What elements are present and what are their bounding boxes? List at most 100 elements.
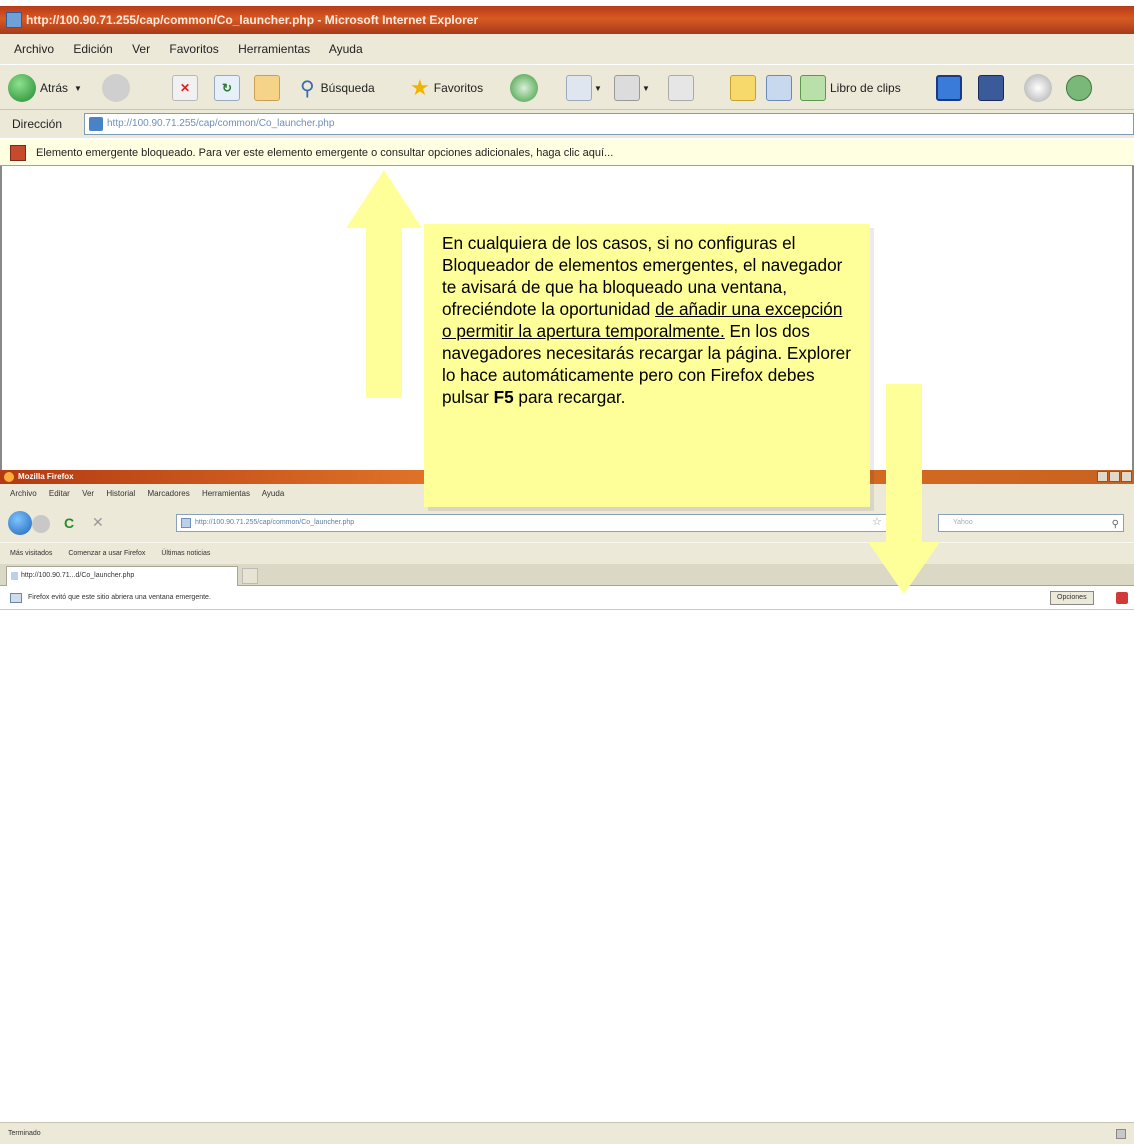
ff-options-button[interactable]: Opciones [1050, 591, 1094, 605]
ie-toolbar: Atrás ▼ ✕ ↻ ⚲ Búsqueda ★ Favoritos ▼ ▼ L… [0, 64, 1134, 110]
ie-menu-edicion[interactable]: Edición [73, 42, 112, 56]
history-icon [510, 74, 538, 102]
ff-tab-current[interactable]: http://100.90.71...d/Co_launcher.php [6, 566, 238, 586]
ff-new-tab-button[interactable] [242, 568, 258, 584]
clipbook-label: Libro de clips [830, 81, 901, 95]
bookmark-mas-visitados[interactable]: Más visitados [10, 550, 52, 557]
tools-icon [978, 75, 1004, 101]
ie-address-value: http://100.90.71.255/cap/common/Co_launc… [107, 118, 335, 129]
ie-title-bar: http://100.90.71.255/cap/common/Co_launc… [0, 6, 1134, 34]
users-button[interactable] [1066, 73, 1092, 103]
research-button[interactable] [936, 73, 962, 103]
bookmark-comenzar[interactable]: Comenzar a usar Firefox [68, 550, 145, 557]
folder-button[interactable] [730, 73, 756, 103]
home-icon [254, 75, 280, 101]
popup-blocked-icon [10, 145, 26, 161]
ff-popup-notification: Firefox evitó que este sitio abriera una… [0, 586, 1134, 610]
print-icon [614, 75, 640, 101]
annotation-note: En cualquiera de los casos, si no config… [424, 224, 870, 507]
arrow-down-icon [868, 384, 940, 594]
ff-url-input[interactable]: http://100.90.71.255/cap/common/Co_launc… [176, 514, 888, 532]
users-icon [1066, 75, 1092, 101]
close-button[interactable] [1121, 471, 1132, 482]
disc-button[interactable] [1024, 73, 1052, 103]
ff-stop-icon[interactable]: ✕ [92, 514, 104, 531]
edit-icon [668, 75, 694, 101]
messenger-button[interactable] [766, 73, 792, 103]
ff-status-text: Terminado [8, 1130, 41, 1137]
ff-page-content [0, 610, 1134, 1122]
ff-reload-icon[interactable]: C [64, 515, 74, 531]
ie-popup-infobar[interactable]: Elemento emergente bloqueado. Para ver e… [0, 140, 1134, 166]
favorites-button[interactable]: ★ Favoritos [410, 73, 483, 103]
ie-infobar-text: Elemento emergente bloqueado. Para ver e… [36, 147, 614, 159]
note-text-end: para recargar. [513, 387, 626, 407]
ff-search-icon[interactable]: ⚲ [1112, 517, 1119, 533]
ff-search-input[interactable]: Yahoo ⚲ [938, 514, 1124, 532]
ie-menu-favoritos[interactable]: Favoritos [169, 42, 218, 56]
history-button[interactable] [510, 73, 538, 103]
ff-window-title: Mozilla Firefox [18, 472, 74, 481]
bookmark-noticias[interactable]: Últimas noticias [161, 550, 210, 557]
edit-button[interactable] [668, 73, 694, 103]
ff-menu-marcadores[interactable]: Marcadores [147, 489, 189, 498]
ff-notice-text: Firefox evitó que este sitio abriera una… [28, 594, 211, 601]
favorites-icon: ★ [410, 75, 430, 100]
disc-icon [1024, 74, 1052, 102]
forward-button[interactable] [102, 73, 130, 103]
ff-popup-blocked-icon [10, 593, 22, 603]
ff-window-controls [1097, 471, 1132, 482]
maximize-button[interactable] [1109, 471, 1120, 482]
ff-page-icon [181, 518, 191, 528]
clipbook-icon [800, 75, 826, 101]
back-button[interactable]: Atrás ▼ [8, 73, 82, 103]
mail-icon [566, 75, 592, 101]
stop-button[interactable]: ✕ [172, 73, 198, 103]
ie-address-input[interactable]: http://100.90.71.255/cap/common/Co_launc… [84, 113, 1134, 135]
ie-menu-ver[interactable]: Ver [132, 42, 150, 56]
ff-menu-herramientas[interactable]: Herramientas [202, 489, 250, 498]
note-text-key: F5 [493, 387, 514, 407]
back-label: Atrás [40, 81, 69, 95]
firefox-icon [4, 472, 14, 482]
refresh-icon: ↻ [214, 75, 240, 101]
ie-address-bar: Dirección http://100.90.71.255/cap/commo… [0, 110, 1134, 138]
search-label: Búsqueda [320, 81, 375, 95]
minimize-button[interactable] [1097, 471, 1108, 482]
ie-menu-herramientas[interactable]: Herramientas [238, 42, 310, 56]
ff-url-value: http://100.90.71.255/cap/common/Co_launc… [195, 519, 355, 526]
ff-menu-historial[interactable]: Historial [106, 489, 135, 498]
ff-search-placeholder: Yahoo [953, 519, 973, 526]
ie-window-title: http://100.90.71.255/cap/common/Co_launc… [26, 13, 479, 27]
ie-menu-ayuda[interactable]: Ayuda [329, 42, 363, 56]
ff-back-button[interactable] [8, 511, 32, 535]
ff-forward-button[interactable] [32, 515, 50, 533]
stop-icon: ✕ [172, 75, 198, 101]
clipbook-button[interactable]: Libro de clips [800, 73, 901, 103]
ff-menu-editar[interactable]: Editar [49, 489, 70, 498]
home-button[interactable] [254, 73, 280, 103]
mail-button[interactable]: ▼ [566, 73, 602, 103]
ie-menu-bar: Archivo Edición Ver Favoritos Herramient… [0, 34, 1134, 64]
ff-notice-close-icon[interactable] [1116, 592, 1128, 604]
ie-menu-archivo[interactable]: Archivo [14, 42, 54, 56]
ie-page-icon [6, 12, 22, 28]
tools-button[interactable] [978, 73, 1004, 103]
refresh-button[interactable]: ↻ [214, 73, 240, 103]
back-icon [8, 74, 36, 102]
favorites-label: Favoritos [433, 81, 484, 95]
search-button[interactable]: ⚲ Búsqueda [300, 73, 375, 103]
ff-menu-ver[interactable]: Ver [82, 489, 94, 498]
ff-bookmarks-toolbar: Más visitados Comenzar a usar Firefox Úl… [0, 542, 1134, 564]
arrow-up-icon [346, 170, 422, 398]
search-icon: ⚲ [300, 77, 315, 100]
ff-tab-strip: http://100.90.71...d/Co_launcher.php [0, 564, 1134, 586]
ff-navigation-bar: C ✕ http://100.90.71.255/cap/common/Co_l… [0, 504, 1134, 542]
messenger-icon [766, 75, 792, 101]
print-button[interactable]: ▼ [614, 73, 650, 103]
ff-tab-page-icon [11, 572, 18, 580]
ff-menu-archivo[interactable]: Archivo [10, 489, 37, 498]
research-icon [936, 75, 962, 101]
ff-tab-label: http://100.90.71...d/Co_launcher.php [21, 572, 135, 579]
ff-menu-ayuda[interactable]: Ayuda [262, 489, 285, 498]
